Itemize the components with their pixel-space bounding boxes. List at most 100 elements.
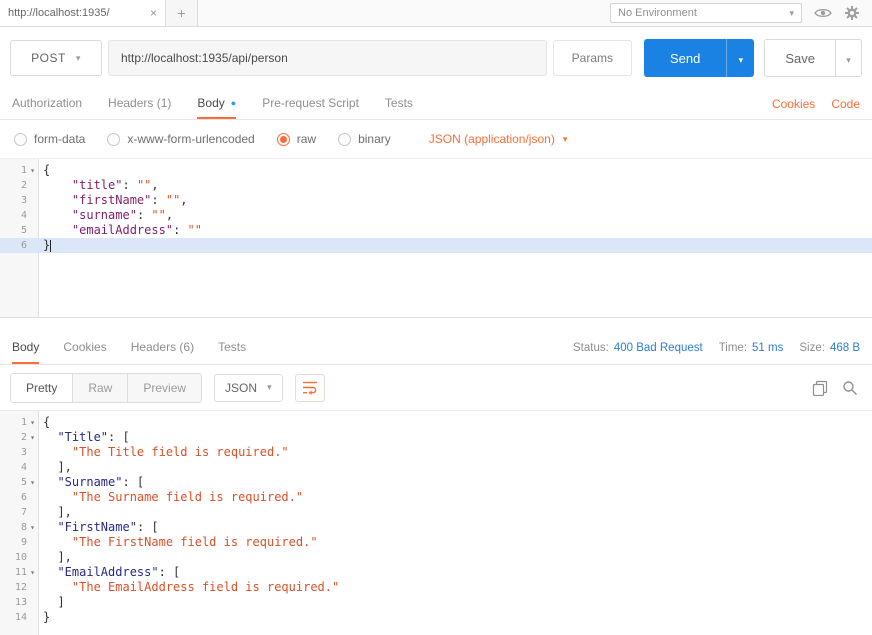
code-line-8: 8▾ "FirstName": [ bbox=[0, 520, 872, 535]
request-tab[interactable]: http://localhost:1935/ × bbox=[0, 0, 166, 26]
code-text: "The Title field is required." bbox=[38, 445, 289, 460]
code-text: } bbox=[38, 238, 51, 253]
chevron-down-icon: ▾ bbox=[789, 8, 794, 19]
request-links: Cookies Code bbox=[772, 89, 860, 119]
response-status: Status: 400 Bad Request bbox=[573, 342, 703, 354]
response-body-editor[interactable]: 1▾{2▾ "Title": [3 "The Title field is re… bbox=[0, 410, 872, 635]
line-number-value: 4 bbox=[21, 460, 27, 475]
send-button[interactable]: Send bbox=[644, 39, 726, 77]
tab-response-body[interactable]: Body bbox=[12, 331, 39, 364]
line-number: 1▾ bbox=[0, 415, 38, 430]
code-line-2: 2 "title": "", bbox=[0, 178, 872, 193]
tab-tests[interactable]: Tests bbox=[385, 89, 413, 119]
code-line-6: 6 "The Surname field is required." bbox=[0, 490, 872, 505]
line-number: 3 bbox=[0, 193, 38, 208]
line-number: 1▾ bbox=[0, 163, 38, 178]
fold-toggle-icon[interactable]: ▾ bbox=[27, 163, 38, 178]
environment-quicklook-button[interactable] bbox=[814, 7, 832, 19]
size-label: Size: bbox=[799, 342, 825, 354]
body-set-dot-icon: ● bbox=[231, 98, 236, 108]
size-value: 468 B bbox=[830, 342, 860, 354]
tab-response-tests[interactable]: Tests bbox=[218, 331, 246, 364]
tab-response-headers[interactable]: Headers (6) bbox=[131, 331, 194, 364]
close-tab-icon[interactable]: × bbox=[150, 6, 157, 20]
code-link[interactable]: Code bbox=[831, 97, 860, 111]
body-type-x-www-form-urlencoded[interactable]: x-www-form-urlencoded bbox=[107, 132, 254, 146]
line-number-value: 4 bbox=[21, 208, 27, 223]
code-line-2: 2▾ "Title": [ bbox=[0, 430, 872, 445]
fold-toggle-icon[interactable]: ▾ bbox=[27, 415, 38, 430]
view-preview-button[interactable]: Preview bbox=[128, 374, 201, 402]
response-toolbar: Pretty Raw Preview JSON ▾ bbox=[0, 365, 872, 410]
code-text: "EmailAddress": [ bbox=[38, 565, 180, 580]
tab-response-cookies[interactable]: Cookies bbox=[63, 331, 106, 364]
send-button-group: Send ▾ bbox=[644, 39, 754, 77]
body-type-label: binary bbox=[358, 132, 391, 146]
line-number-value: 12 bbox=[15, 580, 27, 595]
view-raw-button[interactable]: Raw bbox=[73, 374, 128, 402]
tab-pre-request-script[interactable]: Pre-request Script bbox=[262, 89, 359, 119]
wrap-lines-icon bbox=[302, 380, 318, 395]
line-number-value: 3 bbox=[21, 445, 27, 460]
copy-icon bbox=[812, 380, 828, 396]
save-button[interactable]: Save bbox=[764, 39, 836, 77]
search-response-button[interactable] bbox=[842, 380, 858, 396]
postman-app: http://localhost:1935/ × + No Environmen… bbox=[0, 0, 872, 635]
code-text: { bbox=[38, 415, 50, 430]
time-label: Time: bbox=[719, 342, 747, 354]
response-toolbar-right bbox=[812, 380, 862, 396]
fold-toggle-icon[interactable]: ▾ bbox=[27, 520, 38, 535]
tab-body[interactable]: Body ● bbox=[197, 89, 236, 119]
code-text: ] bbox=[38, 595, 65, 610]
body-type-raw[interactable]: raw bbox=[277, 132, 316, 146]
body-type-binary[interactable]: binary bbox=[338, 132, 391, 146]
params-button[interactable]: Params bbox=[553, 40, 632, 76]
tab-headers[interactable]: Headers (1) bbox=[108, 89, 171, 119]
code-line-9: 9 "The FirstName field is required." bbox=[0, 535, 872, 550]
status-label: Status: bbox=[573, 342, 609, 354]
code-line-1: 1▾{ bbox=[0, 163, 872, 178]
section-divider bbox=[0, 318, 872, 331]
eye-icon bbox=[814, 7, 832, 19]
body-type-row: form-data x-www-form-urlencoded raw bina… bbox=[0, 120, 872, 158]
wrap-lines-button[interactable] bbox=[295, 374, 325, 402]
fold-toggle-icon[interactable]: ▾ bbox=[27, 475, 38, 490]
code-text: } bbox=[38, 610, 50, 625]
tab-authorization[interactable]: Authorization bbox=[12, 89, 82, 119]
code-text: "emailAddress": "" bbox=[38, 223, 202, 238]
response-time: Time: 51 ms bbox=[719, 342, 784, 354]
request-body-editor[interactable]: 1▾{2 "title": "",3 "firstName": "",4 "su… bbox=[0, 158, 872, 318]
response-meta: Status: 400 Bad Request Time: 51 ms Size… bbox=[573, 331, 860, 364]
line-number: 6 bbox=[0, 490, 38, 505]
line-number-value: 9 bbox=[21, 535, 27, 550]
code-line-12: 12 "The EmailAddress field is required." bbox=[0, 580, 872, 595]
line-number-value: 2 bbox=[21, 178, 27, 193]
body-type-form-data[interactable]: form-data bbox=[14, 132, 85, 146]
fold-toggle-icon[interactable]: ▾ bbox=[27, 565, 38, 580]
search-icon bbox=[842, 380, 858, 396]
content-type-value: JSON (application/json) bbox=[429, 132, 555, 146]
line-number: 3 bbox=[0, 445, 38, 460]
send-options-button[interactable]: ▾ bbox=[726, 39, 754, 77]
response-tabs: Body Cookies Headers (6) Tests Status: 4… bbox=[0, 331, 872, 365]
copy-response-button[interactable] bbox=[812, 380, 828, 396]
view-pretty-button[interactable]: Pretty bbox=[11, 374, 73, 402]
line-number-value: 5 bbox=[21, 223, 27, 238]
line-number: 4 bbox=[0, 460, 38, 475]
content-type-select[interactable]: JSON (application/json) ▾ bbox=[429, 132, 568, 146]
code-line-7: 7 ], bbox=[0, 505, 872, 520]
settings-button[interactable] bbox=[844, 5, 860, 21]
line-number: 8▾ bbox=[0, 520, 38, 535]
body-type-label: x-www-form-urlencoded bbox=[127, 132, 254, 146]
time-value: 51 ms bbox=[752, 342, 783, 354]
save-options-button[interactable]: ▾ bbox=[836, 39, 862, 77]
tab-title: http://localhost:1935/ bbox=[8, 7, 144, 19]
response-format-select[interactable]: JSON ▾ bbox=[214, 374, 283, 402]
environment-select[interactable]: No Environment ▾ bbox=[610, 3, 802, 23]
method-select[interactable]: POST ▾ bbox=[10, 40, 102, 76]
fold-toggle-icon[interactable]: ▾ bbox=[27, 430, 38, 445]
new-tab-button[interactable]: + bbox=[166, 0, 198, 26]
url-input[interactable] bbox=[108, 40, 547, 76]
cookies-link[interactable]: Cookies bbox=[772, 97, 815, 111]
line-number: 9 bbox=[0, 535, 38, 550]
